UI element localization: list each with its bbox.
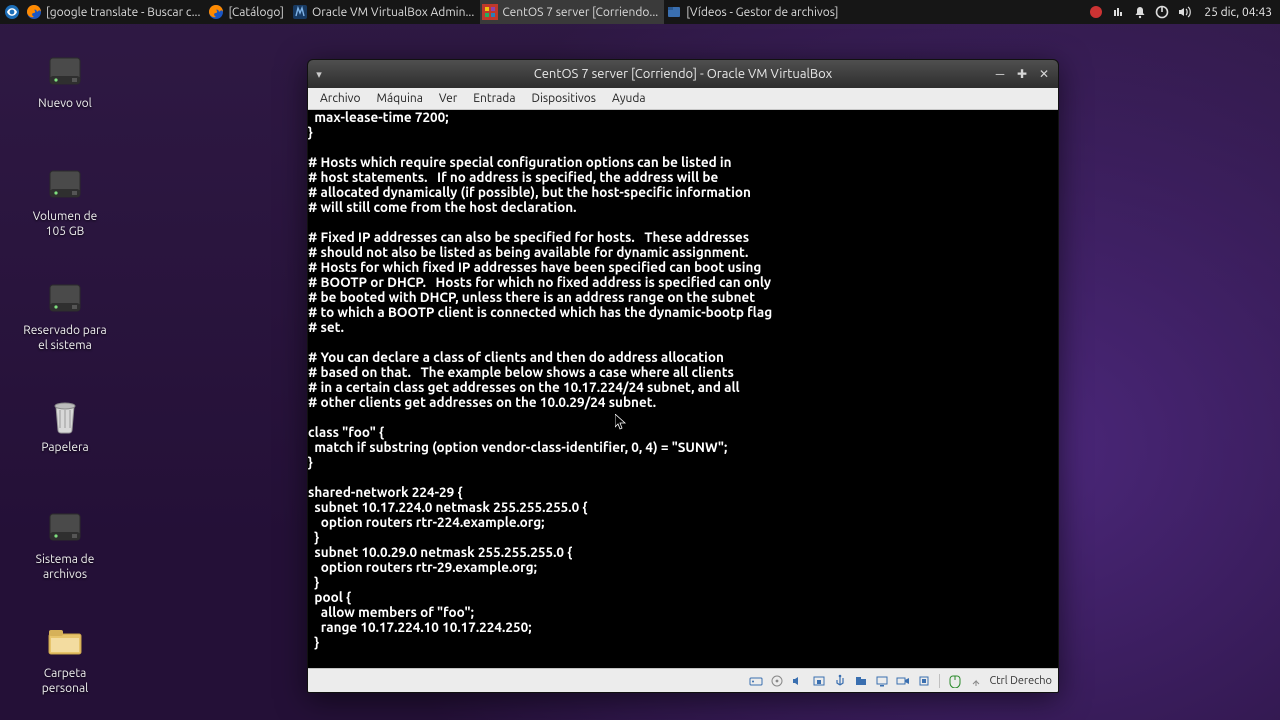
maximize-button[interactable]: ✚ — [1012, 64, 1032, 84]
desktop-icon-reservado-sistema[interactable]: Reservado parael sistema — [17, 277, 113, 353]
vm-statusbar: Ctrl Derecho — [308, 668, 1058, 692]
shared-folders-icon[interactable] — [853, 673, 869, 689]
task-videos-fm[interactable]: [Vídeos - Gestor de archivos] — [664, 0, 844, 24]
task-centos-vm[interactable]: CentOS 7 server [Corriendo... — [480, 0, 664, 24]
xfce-menu-icon[interactable] — [1, 1, 23, 23]
task-label: [Vídeos - Gestor de archivos] — [686, 6, 838, 19]
menu-archivo[interactable]: Archivo — [312, 90, 369, 107]
desktop-icon-label: Papelera — [41, 440, 88, 455]
desktop-icon-carpeta-personal[interactable]: Carpetapersonal — [17, 620, 113, 696]
menu-dispositivos[interactable]: Dispositivos — [524, 90, 604, 107]
desktop-icon-label: Nuevo vol — [38, 96, 92, 111]
vm-titlebar[interactable]: ▾ CentOS 7 server [Corriendo] - Oracle V… — [308, 60, 1058, 88]
firefox-icon — [208, 4, 224, 20]
hdd-icon — [44, 163, 86, 205]
cpu-icon[interactable] — [916, 673, 932, 689]
hdd-icon[interactable] — [748, 673, 764, 689]
task-firefox-catalog[interactable]: [Catálogo] — [206, 0, 289, 24]
close-button[interactable]: ✕ — [1034, 64, 1054, 84]
hdd-icon — [44, 506, 86, 548]
desktop-icon-sistema-archivos[interactable]: Sistema dearchivos — [17, 506, 113, 582]
window-menu-icon[interactable]: ▾ — [308, 68, 330, 81]
folder-icon — [44, 620, 86, 662]
system-tray: 25 dic, 04:43 — [1080, 4, 1280, 20]
power-icon[interactable] — [1154, 4, 1170, 20]
menu-ver[interactable]: Ver — [431, 90, 465, 107]
desktop-icon-label: Reservado parael sistema — [23, 323, 106, 353]
desktop-icon-label: Volumen de105 GB — [33, 209, 97, 239]
task-label: Oracle VM VirtualBox Admin... — [312, 6, 474, 19]
top-panel: [google translate - Buscar c... [Catálogo… — [0, 0, 1280, 24]
vm-menubar: ArchivoMáquinaVerEntradaDispositivosAyud… — [308, 88, 1058, 110]
centos-icon — [482, 4, 498, 20]
menu-máquina[interactable]: Máquina — [369, 90, 431, 107]
mouse-integration-icon[interactable] — [947, 673, 963, 689]
optical-icon[interactable] — [769, 673, 785, 689]
panel-clock[interactable]: 25 dic, 04:43 — [1204, 6, 1272, 19]
vbox-icon — [292, 4, 308, 20]
task-label: [google translate - Buscar c... — [46, 6, 200, 19]
display-icon[interactable] — [874, 673, 890, 689]
trash-icon — [44, 394, 86, 436]
task-label: CentOS 7 server [Corriendo... — [502, 6, 658, 19]
desktop-icon-label: Sistema dearchivos — [36, 552, 95, 582]
task-firefox-search[interactable]: [google translate - Buscar c... — [24, 0, 206, 24]
hdd-icon — [44, 277, 86, 319]
vm-title: CentOS 7 server [Corriendo] - Oracle VM … — [308, 67, 1058, 81]
desktop-icon-nuevo-vol[interactable]: Nuevo vol — [17, 50, 113, 111]
task-label: [Catálogo] — [228, 6, 283, 19]
minimize-button[interactable]: ─ — [990, 64, 1010, 84]
menu-ayuda[interactable]: Ayuda — [604, 90, 654, 107]
vm-terminal[interactable]: max-lease-time 7200; } # Hosts which req… — [308, 110, 1058, 668]
virtualbox-vm-window: ▾ CentOS 7 server [Corriendo] - Oracle V… — [307, 59, 1059, 693]
desktop-icon-label: Carpetapersonal — [42, 666, 89, 696]
volume-icon[interactable] — [1176, 4, 1192, 20]
firefox-icon — [26, 4, 42, 20]
network-adapter-icon[interactable] — [811, 673, 827, 689]
keyboard-icon[interactable] — [968, 673, 984, 689]
notifications-icon[interactable] — [1132, 4, 1148, 20]
audio-icon[interactable] — [790, 673, 806, 689]
host-key-label: Ctrl Derecho — [989, 675, 1052, 687]
menu-entrada[interactable]: Entrada — [465, 90, 523, 107]
hdd-icon — [44, 50, 86, 92]
files-icon — [666, 4, 682, 20]
task-virtualbox-admin[interactable]: Oracle VM VirtualBox Admin... — [290, 0, 480, 24]
desktop-icon-volumen-105gb[interactable]: Volumen de105 GB — [17, 163, 113, 239]
network-icon[interactable] — [1110, 4, 1126, 20]
record-icon[interactable] — [1088, 4, 1104, 20]
desktop-icon-papelera[interactable]: Papelera — [17, 394, 113, 455]
usb-icon[interactable] — [832, 673, 848, 689]
recording-icon[interactable] — [895, 673, 911, 689]
